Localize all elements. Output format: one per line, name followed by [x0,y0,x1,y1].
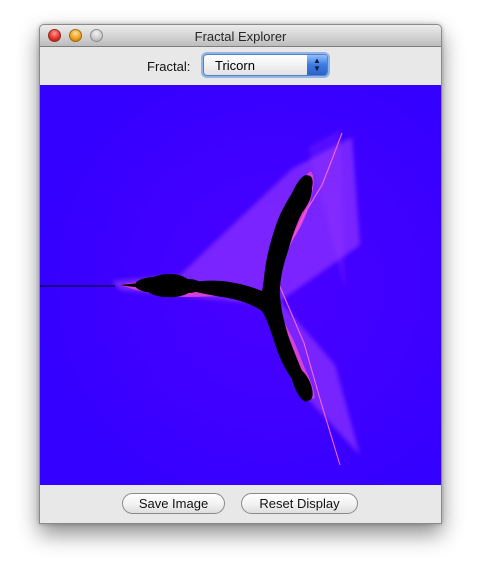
fractal-canvas[interactable] [40,85,441,485]
button-bar: Save Image Reset Display [40,485,441,523]
fractal-label: Fractal: [147,59,191,74]
updown-arrows-icon[interactable]: ▲ ▼ [307,55,327,75]
fractal-toolbar: Fractal: Tricorn ▲ ▼ [40,47,441,85]
fractal-select[interactable]: Tricorn ▲ ▼ [203,54,328,76]
title-bar[interactable]: Fractal Explorer [40,25,441,47]
fractal-select-value: Tricorn [215,58,255,73]
fractal-image [40,85,441,485]
app-window: Fractal Explorer Fractal: Tricorn ▲ ▼ Sa… [39,24,442,524]
save-image-button[interactable]: Save Image [122,493,225,514]
window-title: Fractal Explorer [194,29,287,44]
reset-display-button[interactable]: Reset Display [241,493,358,514]
